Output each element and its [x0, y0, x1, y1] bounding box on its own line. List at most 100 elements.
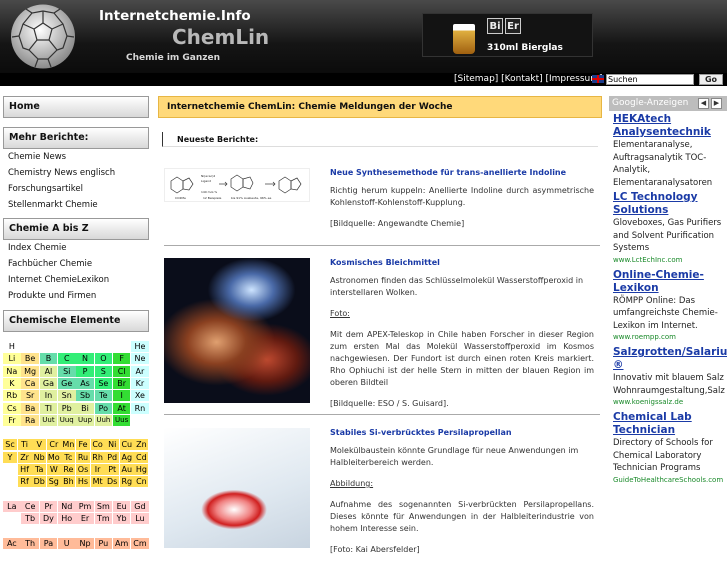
element-cd[interactable]: Cd: [134, 451, 149, 463]
element-np[interactable]: Np: [76, 537, 94, 549]
ad-url[interactable]: www.roempp.com: [613, 332, 727, 343]
ad-hekatech[interactable]: HEKAtech Analysentechnik Elementaranalys…: [609, 113, 727, 189]
element-ba[interactable]: Ba: [21, 402, 39, 414]
element-ru[interactable]: Ru: [76, 451, 90, 463]
element-na[interactable]: Na: [3, 365, 21, 377]
article-1-title[interactable]: Neue Synthesemethode für trans-anelliert…: [330, 168, 594, 177]
element-pb[interactable]: Pb: [57, 402, 76, 414]
element-pr[interactable]: Pr: [39, 500, 58, 512]
site-name[interactable]: Internetchemie.Info: [99, 8, 251, 24]
article-2-image[interactable]: [164, 258, 310, 403]
element-sn[interactable]: Sn: [57, 390, 76, 402]
element-ac[interactable]: Ac: [3, 537, 21, 549]
element-uuh[interactable]: Uuh: [94, 414, 113, 426]
element-pt[interactable]: Pt: [105, 464, 120, 475]
article-3-image[interactable]: [164, 428, 310, 548]
element-au[interactable]: Au: [119, 464, 134, 475]
element-te[interactable]: Te: [94, 390, 113, 402]
element-uus[interactable]: Uus: [112, 414, 131, 426]
element-db[interactable]: Db: [32, 476, 47, 488]
element-hs[interactable]: Hs: [76, 476, 90, 488]
element-ds[interactable]: Ds: [105, 476, 120, 488]
element-ce[interactable]: Ce: [21, 500, 39, 512]
element-re[interactable]: Re: [61, 464, 76, 475]
sidebar-item-index[interactable]: Index Chemie: [3, 240, 149, 256]
element-uup[interactable]: Uup: [76, 414, 94, 426]
element-ir[interactable]: Ir: [90, 464, 105, 475]
element-th[interactable]: Th: [21, 537, 39, 549]
element-w[interactable]: W: [46, 464, 61, 475]
element-ag[interactable]: Ag: [119, 451, 134, 463]
ad-url[interactable]: GuideToHealthcareSchools.com: [613, 475, 727, 486]
element-y[interactable]: Y: [3, 451, 17, 463]
element-uut[interactable]: Uut: [39, 414, 58, 426]
element-ta[interactable]: Ta: [32, 464, 47, 475]
element-in[interactable]: In: [39, 390, 58, 402]
element-ho[interactable]: Ho: [57, 513, 76, 525]
arrow-right-icon[interactable]: ▶: [711, 98, 722, 109]
element-tl[interactable]: Tl: [39, 402, 58, 414]
element-os[interactable]: Os: [76, 464, 90, 475]
element-hg[interactable]: Hg: [134, 464, 149, 475]
element-sc[interactable]: Sc: [3, 439, 17, 451]
element-fe[interactable]: Fe: [76, 439, 90, 451]
banner-ad[interactable]: Bi Er 310ml Bierglas: [422, 13, 593, 57]
element-f[interactable]: F: [112, 353, 131, 365]
ad-url[interactable]: www.LctEchInc.com: [613, 255, 727, 266]
sidebar-item-lexikon[interactable]: Internet ChemieLexikon: [3, 272, 149, 288]
element-bi[interactable]: Bi: [76, 402, 94, 414]
element-pm[interactable]: Pm: [76, 500, 94, 512]
element-pa[interactable]: Pa: [39, 537, 58, 549]
element-k[interactable]: K: [3, 377, 21, 389]
search-input[interactable]: [606, 74, 694, 85]
ad-title[interactable]: LC Technology Solutions: [613, 191, 727, 217]
element-mt[interactable]: Mt: [90, 476, 105, 488]
element-al[interactable]: Al: [39, 365, 58, 377]
element-uuq[interactable]: Uuq: [57, 414, 76, 426]
sidebar-item-produkte[interactable]: Produkte und Firmen: [3, 288, 149, 304]
element-nb[interactable]: Nb: [32, 451, 47, 463]
element-cs[interactable]: Cs: [3, 402, 21, 414]
element-co[interactable]: Co: [90, 439, 105, 451]
sidebar-item-fachbuecher[interactable]: Fachbücher Chemie: [3, 256, 149, 272]
arrow-left-icon[interactable]: ◀: [698, 98, 709, 109]
element-rn[interactable]: Rn: [131, 402, 149, 414]
element-ne[interactable]: Ne: [131, 353, 149, 365]
top-links[interactable]: [Sitemap] [Kontakt] [Impressum]: [454, 74, 603, 84]
element-nd[interactable]: Nd: [57, 500, 76, 512]
sidebar-item-chemistry-news[interactable]: Chemistry News englisch: [3, 165, 149, 181]
element-cn[interactable]: Cn: [134, 476, 149, 488]
element-zn[interactable]: Zn: [134, 439, 149, 451]
element-b[interactable]: B: [39, 353, 58, 365]
element-er[interactable]: Er: [76, 513, 94, 525]
ad-salzgrotten[interactable]: Salzgrotten/Salarium ® Innovativ mit bla…: [609, 346, 727, 408]
element-po[interactable]: Po: [94, 402, 113, 414]
element-xe[interactable]: Xe: [131, 390, 149, 402]
element-rf[interactable]: Rf: [17, 476, 32, 488]
element-s[interactable]: S: [94, 365, 113, 377]
element-cl[interactable]: Cl: [112, 365, 131, 377]
element-i[interactable]: I: [112, 390, 131, 402]
article-1-image[interactable]: CO2Me 12 Beispiele bis 91% Ausbeute, 96%…: [164, 168, 310, 202]
element-v[interactable]: V: [32, 439, 47, 451]
article-3-title[interactable]: Stabiles Si-verbrücktes Persilapropellan: [330, 428, 594, 437]
sidebar-item-forschungsartikel[interactable]: Forschungsartikel: [3, 181, 149, 197]
ad-title[interactable]: Online-Chemie-Lexikon: [613, 269, 727, 295]
ad-title[interactable]: Salzgrotten/Salarium ®: [613, 346, 727, 372]
element-p[interactable]: P: [76, 365, 94, 377]
element-mo[interactable]: Mo: [46, 451, 61, 463]
element-mg[interactable]: Mg: [21, 365, 39, 377]
element-ge[interactable]: Ge: [57, 377, 76, 389]
element-cu[interactable]: Cu: [119, 439, 134, 451]
element-c[interactable]: C: [57, 353, 76, 365]
element-ni[interactable]: Ni: [105, 439, 120, 451]
element-rg[interactable]: Rg: [119, 476, 134, 488]
element-cr[interactable]: Cr: [46, 439, 61, 451]
element-yb[interactable]: Yb: [112, 513, 131, 525]
ad-title[interactable]: HEKAtech Analysentechnik: [613, 113, 727, 139]
element-pd[interactable]: Pd: [105, 451, 120, 463]
element-si[interactable]: Si: [57, 365, 76, 377]
element-hf[interactable]: Hf: [17, 464, 32, 475]
element-ar[interactable]: Ar: [131, 365, 149, 377]
sidebar-item-chemie-news[interactable]: Chemie News: [3, 149, 149, 165]
